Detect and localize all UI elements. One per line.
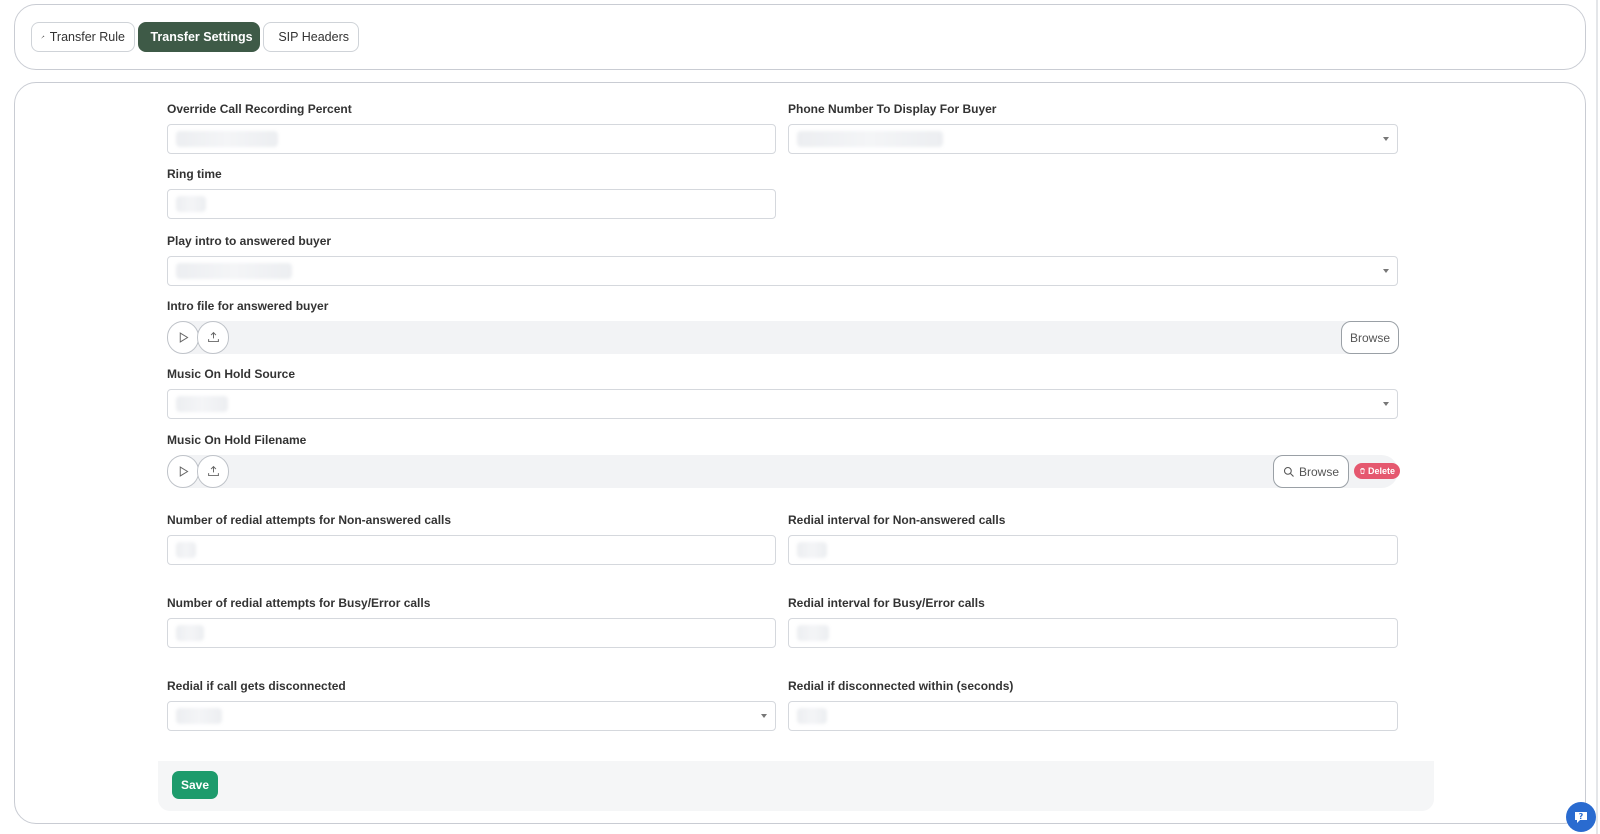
redial-interval-busy-input[interactable]: [788, 618, 1398, 648]
music-play-button[interactable]: [167, 455, 199, 488]
intro-play-button[interactable]: [167, 321, 199, 354]
music-browse-button[interactable]: Browse: [1273, 455, 1349, 488]
help-icon: ?: [1575, 812, 1587, 823]
browse-label: Browse: [1298, 464, 1339, 479]
phone-number-display-select[interactable]: [788, 124, 1398, 154]
music-file-bar: [167, 455, 1398, 488]
music-on-hold-filename-label: Music On Hold Filename: [167, 433, 307, 447]
intro-file-bar: [167, 321, 1398, 354]
ring-time-input[interactable]: [167, 189, 776, 219]
redial-attempts-non-answered-label: Number of redial attempts for Non-answer…: [167, 513, 452, 527]
redial-interval-non-answered-input[interactable]: [788, 535, 1398, 565]
browse-label: Browse: [1349, 330, 1390, 345]
redial-if-disconnected-select[interactable]: [167, 701, 776, 731]
chevron-down-icon: [761, 714, 767, 718]
redial-if-disconnected-label: Redial if call gets disconnected: [167, 679, 346, 693]
tab-label: SIP Headers: [278, 30, 349, 44]
redial-attempts-busy-label: Number of redial attempts for Busy/Error…: [167, 596, 431, 610]
delete-label: Delete: [1367, 466, 1395, 476]
search-icon: [1283, 466, 1294, 477]
music-on-hold-source-label: Music On Hold Source: [167, 367, 296, 381]
override-call-recording-percent-label: Override Call Recording Percent: [167, 102, 352, 116]
redial-interval-non-answered-label: Redial interval for Non-answered calls: [788, 513, 1006, 527]
redial-disconnected-within-input[interactable]: [788, 701, 1398, 731]
upload-icon: [207, 331, 219, 343]
chevron-down-icon: [1383, 269, 1389, 273]
upload-icon: [207, 465, 219, 477]
override-call-recording-percent-input[interactable]: [167, 124, 776, 154]
music-delete-button[interactable]: Delete: [1354, 463, 1400, 479]
ring-time-label: Ring time: [167, 167, 222, 181]
redial-attempts-non-answered-input[interactable]: [167, 535, 776, 565]
redial-interval-busy-label: Redial interval for Busy/Error calls: [788, 596, 985, 610]
form-footer: Save: [158, 761, 1434, 811]
redial-disconnected-within-label: Redial if disconnected within (seconds): [788, 679, 1014, 693]
tab-transfer-rule[interactable]: Transfer Rule: [31, 22, 135, 52]
redial-attempts-busy-input[interactable]: [167, 618, 776, 648]
play-intro-label: Play intro to answered buyer: [167, 234, 332, 248]
chevron-down-icon: [1383, 137, 1389, 141]
help-button[interactable]: ?: [1566, 802, 1596, 832]
intro-file-label: Intro file for answered buyer: [167, 299, 329, 313]
tab-transfer-settings[interactable]: Transfer Settings: [138, 22, 260, 52]
music-on-hold-source-select[interactable]: [167, 389, 1398, 419]
tab-label: Transfer Settings: [150, 30, 253, 44]
tab-bar: Transfer Rule Transfer Settings SIP Head…: [14, 4, 1586, 70]
chevron-down-icon: [1383, 402, 1389, 406]
scrollbar[interactable]: [1596, 0, 1598, 834]
wrench-icon: [41, 35, 45, 39]
music-upload-button[interactable]: [197, 455, 229, 488]
trash-icon: [1360, 468, 1365, 474]
play-icon: [179, 332, 188, 343]
intro-browse-button[interactable]: Browse: [1341, 321, 1399, 354]
play-icon: [179, 466, 188, 477]
save-button[interactable]: Save: [172, 771, 218, 799]
transfer-settings-form: Override Call Recording Percent Phone Nu…: [14, 82, 1586, 824]
intro-upload-button[interactable]: [197, 321, 229, 354]
tab-label: Transfer Rule: [49, 30, 125, 44]
svg-text:?: ?: [1579, 812, 1584, 821]
play-intro-select[interactable]: [167, 256, 1398, 286]
tab-sip-headers[interactable]: SIP Headers: [263, 22, 359, 52]
phone-number-display-label: Phone Number To Display For Buyer: [788, 102, 997, 116]
